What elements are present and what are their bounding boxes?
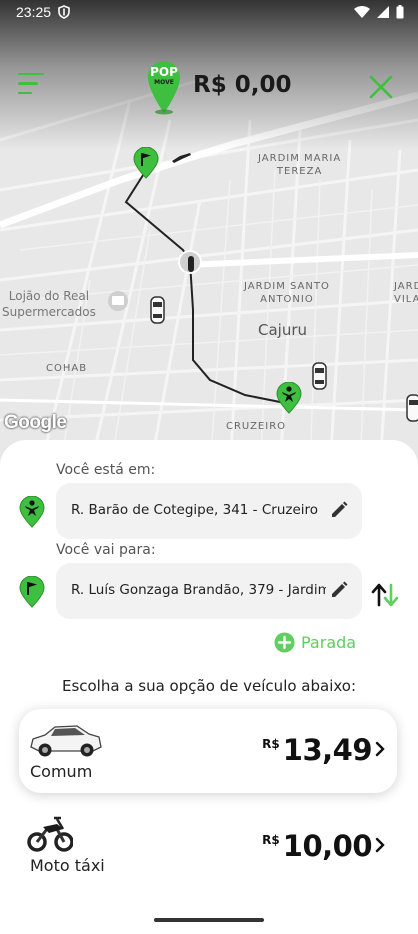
menu-line <box>18 91 32 95</box>
signal-icon <box>377 6 389 18</box>
car-icon <box>30 725 102 757</box>
destination-pin-icon[interactable] <box>133 147 159 179</box>
motorcycle-icon <box>27 816 73 852</box>
swap-addresses-icon[interactable] <box>371 583 399 607</box>
menu-button[interactable] <box>18 73 46 99</box>
close-icon[interactable] <box>368 74 394 100</box>
vehicle-option-name: Moto táxi <box>30 856 105 875</box>
map-label-jardim-maria-tereza: JARDIM MARIA TEREZA <box>258 153 342 177</box>
vehicle-option-comum[interactable]: Comum R$ 13,49 <box>19 709 397 793</box>
menu-line <box>18 82 38 85</box>
destination-address-field[interactable]: R. Luís Gonzaga Brandão, 379 - Jardim <box>56 563 362 619</box>
map-label-jardim-santo-antonio: JARDIM SANTO ANTONIO <box>244 281 330 305</box>
popmove-logo: POP MOVE <box>148 61 180 115</box>
map-label-cohab: COHAB <box>46 363 88 374</box>
to-label: Você vai para: <box>56 542 156 558</box>
chevron-right-icon <box>375 741 385 757</box>
edit-pencil-icon[interactable] <box>330 501 348 519</box>
price-currency: R$ <box>262 737 280 751</box>
destination-flag-icon <box>19 576 45 608</box>
moto-marker-icon <box>188 256 194 272</box>
add-circle-icon <box>274 632 295 653</box>
vehicle-option-price: R$ 10,00 <box>262 829 385 863</box>
add-stop-button[interactable]: Parada <box>274 632 356 653</box>
add-stop-label: Parada <box>301 633 357 652</box>
vehicle-option-moto-taxi[interactable]: Moto táxi R$ 10,00 <box>19 805 397 889</box>
price-value: 13,49 <box>282 733 373 767</box>
map-view[interactable]: JARDIM MARIA TEREZA JARDIM SANTO ANTONIO L… <box>0 0 418 470</box>
map-label-jard-vila: JARDVILA <box>394 281 418 305</box>
home-indicator[interactable] <box>154 918 264 922</box>
origin-pin-icon[interactable] <box>276 382 302 414</box>
moto-marker-icon <box>172 153 191 163</box>
from-label: Você está em: <box>56 462 156 478</box>
map-label-cruzeiro: CRUZEIRO <box>226 421 287 432</box>
vehicle-heading: Escolha a sua opção de veículo abaixo: <box>61 677 357 695</box>
price-currency: R$ <box>262 833 280 847</box>
vehicle-option-name: Comum <box>30 762 93 781</box>
origin-person-icon <box>19 496 45 528</box>
map-label-cajuru: Cajuru <box>258 321 308 339</box>
status-bar: 23:25 <box>0 0 418 26</box>
car-marker-icon <box>150 296 165 324</box>
destination-address-text: R. Luís Gonzaga Brandão, 379 - Jardim <box>71 582 326 598</box>
edit-pencil-icon[interactable] <box>330 581 348 599</box>
logo-text-top: POP <box>150 65 178 79</box>
battery-icon <box>396 5 404 19</box>
origin-address-field[interactable]: R. Barão de Cotegipe, 341 - Cruzeiro <box>56 483 362 539</box>
logo-text-bottom: MOVE <box>154 79 174 86</box>
total-price: R$ 0,00 <box>193 72 292 98</box>
status-time: 23:25 <box>16 4 52 20</box>
car-marker-icon <box>312 362 327 390</box>
origin-address-text: R. Barão de Cotegipe, 341 - Cruzeiro <box>71 502 319 518</box>
menu-line <box>18 73 44 76</box>
price-value: 10,00 <box>282 829 373 863</box>
chevron-right-icon <box>375 837 385 853</box>
vehicle-option-price: R$ 13,49 <box>262 733 385 767</box>
car-marker-icon <box>406 394 418 422</box>
map-label-lojao: Lojão do Real Supermercados <box>2 289 96 319</box>
google-attribution: Google <box>4 412 67 433</box>
shield-icon <box>58 5 70 19</box>
wifi-icon <box>354 6 370 18</box>
